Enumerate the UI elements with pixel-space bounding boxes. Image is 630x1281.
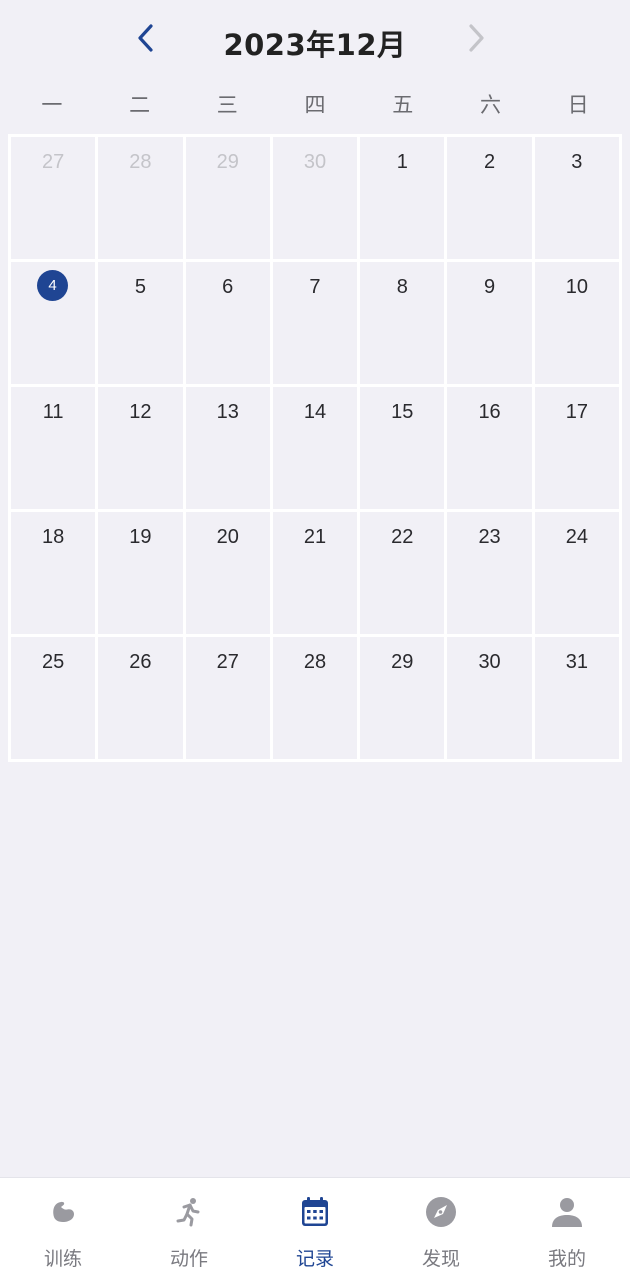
day-number: 31 — [565, 651, 588, 673]
day-number: 8 — [396, 276, 408, 298]
day-number: 11 — [42, 401, 64, 423]
day-number: 15 — [391, 401, 414, 423]
day-cell[interactable]: 2 — [447, 137, 532, 259]
muscle-arm-icon — [45, 1194, 81, 1230]
day-cell[interactable]: 7 — [272, 262, 358, 384]
weekday-label: 四 — [304, 93, 326, 117]
day-cell[interactable]: 30 — [447, 637, 532, 759]
day-number: 27 — [42, 151, 65, 173]
tab-discover[interactable]: 发现 — [378, 1178, 504, 1281]
day-cell[interactable]: 21 — [272, 512, 358, 634]
day-cell[interactable]: 27 — [11, 137, 96, 259]
tab-training[interactable]: 训练 — [0, 1178, 126, 1281]
tab-label: 训练 — [43, 1248, 82, 1270]
tab-label: 我的 — [547, 1248, 586, 1270]
day-number: 6 — [222, 276, 234, 298]
calendar-grid: 27 28 29 30 1 2 3 4 5 6 7 8 9 10 11 12 1… — [8, 134, 622, 762]
day-cell[interactable]: 28 — [98, 137, 183, 259]
day-cell[interactable]: 19 — [98, 512, 183, 634]
day-cell[interactable]: 1 — [360, 137, 445, 259]
day-cell[interactable]: 14 — [272, 387, 358, 509]
day-cell[interactable]: 11 — [11, 387, 96, 509]
day-cell[interactable]: 15 — [360, 387, 445, 509]
day-cell[interactable]: 31 — [534, 637, 619, 759]
day-cell[interactable]: 9 — [447, 262, 532, 384]
day-number: 19 — [129, 526, 152, 548]
tab-label: 记录 — [295, 1248, 334, 1270]
person-icon — [549, 1194, 585, 1230]
day-cell[interactable]: 8 — [360, 262, 445, 384]
day-cell[interactable]: 26 — [98, 637, 183, 759]
weekday-label: 五 — [392, 93, 414, 117]
day-number: 23 — [478, 526, 501, 548]
day-number: 7 — [309, 276, 321, 298]
today-badge: 4 — [37, 270, 68, 301]
day-number: 29 — [216, 151, 239, 173]
day-number: 2 — [484, 151, 496, 173]
day-cell[interactable]: 5 — [98, 262, 183, 384]
day-number: 14 — [303, 401, 327, 423]
tab-profile[interactable]: 我的 — [504, 1178, 630, 1281]
day-number: 22 — [391, 526, 414, 548]
weekday-label: 一 — [41, 93, 63, 117]
tab-label: 动作 — [169, 1248, 208, 1270]
tab-label: 发现 — [421, 1248, 460, 1270]
compass-icon — [423, 1194, 459, 1230]
day-cell-today[interactable]: 4 — [11, 262, 96, 384]
weekday-label: 三 — [216, 93, 238, 117]
weekday-label: 二 — [129, 93, 151, 117]
day-cell[interactable]: 18 — [11, 512, 96, 634]
day-cell[interactable]: 24 — [534, 512, 619, 634]
day-cell[interactable]: 10 — [534, 262, 619, 384]
day-number: 16 — [478, 401, 501, 423]
day-number: 20 — [216, 526, 239, 548]
tab-records[interactable]: 记录 — [252, 1178, 378, 1281]
calendar-icon — [297, 1194, 333, 1230]
day-cell[interactable]: 29 — [185, 137, 270, 259]
day-cell[interactable]: 23 — [447, 512, 532, 634]
day-number: 28 — [303, 651, 327, 673]
day-number: 12 — [129, 401, 152, 423]
day-number: 5 — [134, 276, 146, 298]
day-cell[interactable]: 3 — [534, 137, 619, 259]
day-number: 10 — [565, 276, 588, 298]
day-number: 3 — [571, 151, 583, 173]
running-person-icon — [171, 1194, 207, 1230]
day-cell[interactable]: 20 — [185, 512, 270, 634]
day-cell[interactable]: 28 — [272, 637, 358, 759]
day-number: 1 — [396, 151, 408, 173]
day-cell[interactable]: 27 — [185, 637, 270, 759]
day-number: 21 — [303, 526, 327, 548]
day-cell[interactable]: 12 — [98, 387, 183, 509]
next-month-button[interactable] — [456, 18, 496, 58]
bottom-tab-bar: 训练 动作 记录 发现 我的 — [0, 1177, 630, 1281]
day-number: 26 — [129, 651, 152, 673]
day-number: 28 — [129, 151, 152, 173]
day-number: 30 — [303, 151, 327, 173]
month-title: 2023年12月 — [223, 28, 407, 62]
day-number: 13 — [216, 401, 239, 423]
weekday-label: 日 — [567, 93, 589, 117]
day-number: 29 — [391, 651, 414, 673]
day-cell[interactable]: 16 — [447, 387, 532, 509]
day-number: 9 — [484, 276, 496, 298]
day-number: 24 — [565, 526, 588, 548]
day-number: 25 — [42, 651, 65, 673]
day-cell[interactable]: 13 — [185, 387, 270, 509]
day-cell[interactable]: 30 — [272, 137, 358, 259]
calendar-header: 2023年12月 — [0, 0, 630, 80]
weekday-header-row: 一 二 三 四 五 六 日 — [8, 88, 622, 122]
day-cell[interactable]: 29 — [360, 637, 445, 759]
day-cell[interactable]: 17 — [534, 387, 619, 509]
day-number: 30 — [478, 651, 501, 673]
weekday-label: 六 — [479, 93, 501, 117]
day-cell[interactable]: 25 — [11, 637, 96, 759]
day-cell[interactable]: 6 — [185, 262, 270, 384]
tab-exercises[interactable]: 动作 — [126, 1178, 252, 1281]
day-number: 18 — [42, 526, 65, 548]
day-number: 17 — [565, 401, 588, 423]
day-cell[interactable]: 22 — [360, 512, 445, 634]
chevron-right-icon — [469, 24, 484, 52]
day-number: 27 — [216, 651, 239, 673]
